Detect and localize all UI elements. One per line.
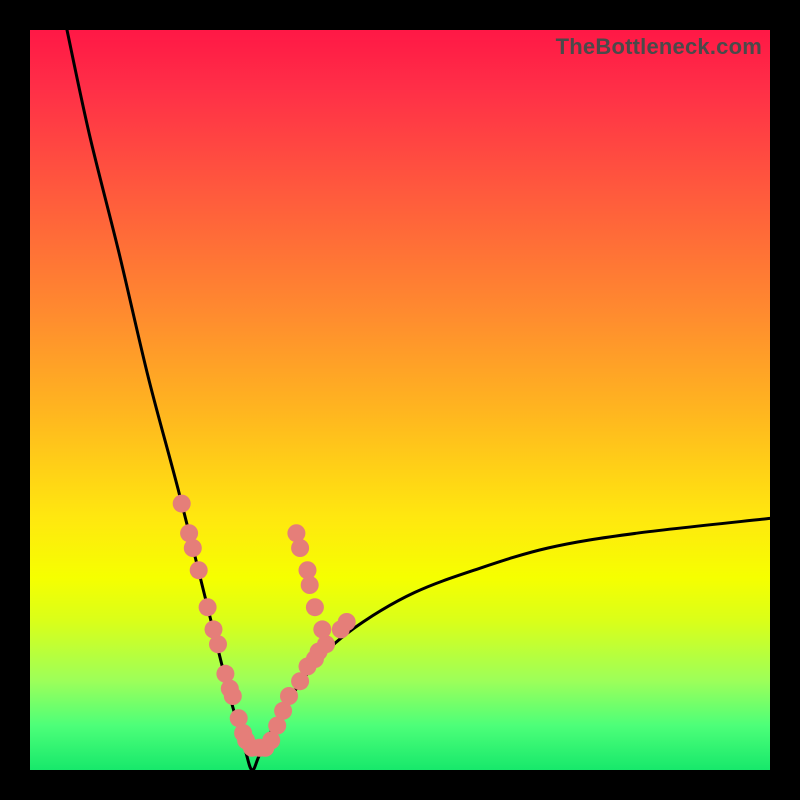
- plot-area: TheBottleneck.com: [30, 30, 770, 770]
- data-marker: [313, 620, 331, 638]
- data-marker: [173, 495, 191, 513]
- bottleneck-curve: [67, 30, 770, 770]
- data-marker: [306, 598, 324, 616]
- data-marker: [199, 598, 217, 616]
- chart-stage: TheBottleneck.com: [0, 0, 800, 800]
- data-marker: [190, 561, 208, 579]
- data-marker: [209, 635, 227, 653]
- chart-svg: [30, 30, 770, 770]
- data-markers-group: [173, 495, 356, 757]
- data-marker: [184, 539, 202, 557]
- data-marker: [338, 613, 356, 631]
- data-marker: [280, 687, 298, 705]
- data-marker: [301, 576, 319, 594]
- data-marker: [224, 687, 242, 705]
- data-marker: [291, 539, 309, 557]
